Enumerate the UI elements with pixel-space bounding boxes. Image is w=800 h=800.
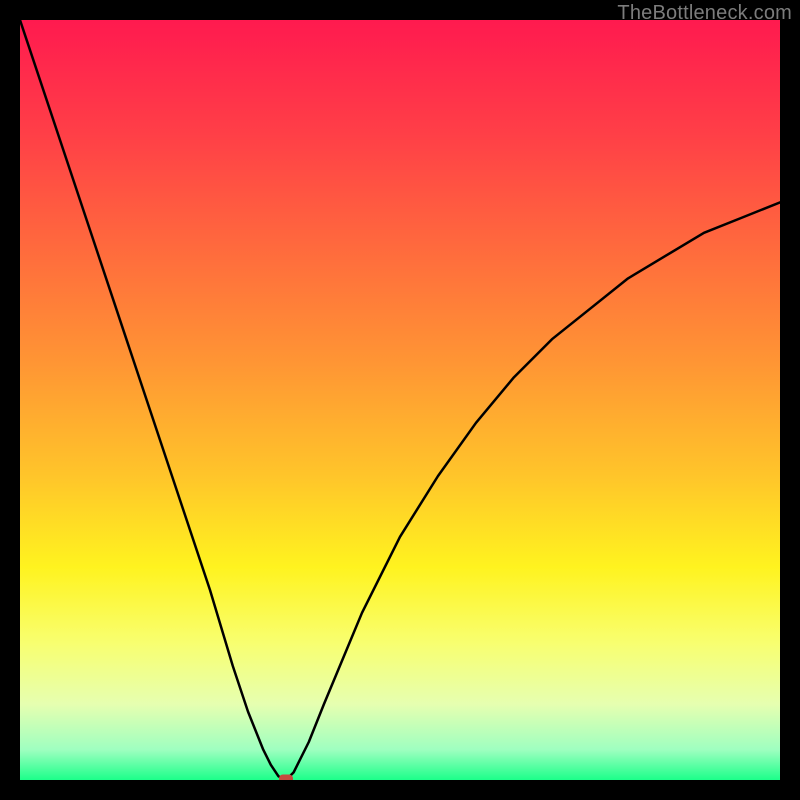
gradient-background bbox=[20, 20, 780, 780]
chart-frame: TheBottleneck.com bbox=[0, 0, 800, 800]
optimum-marker bbox=[279, 775, 293, 781]
plot-area bbox=[20, 20, 780, 780]
chart-svg bbox=[20, 20, 780, 780]
